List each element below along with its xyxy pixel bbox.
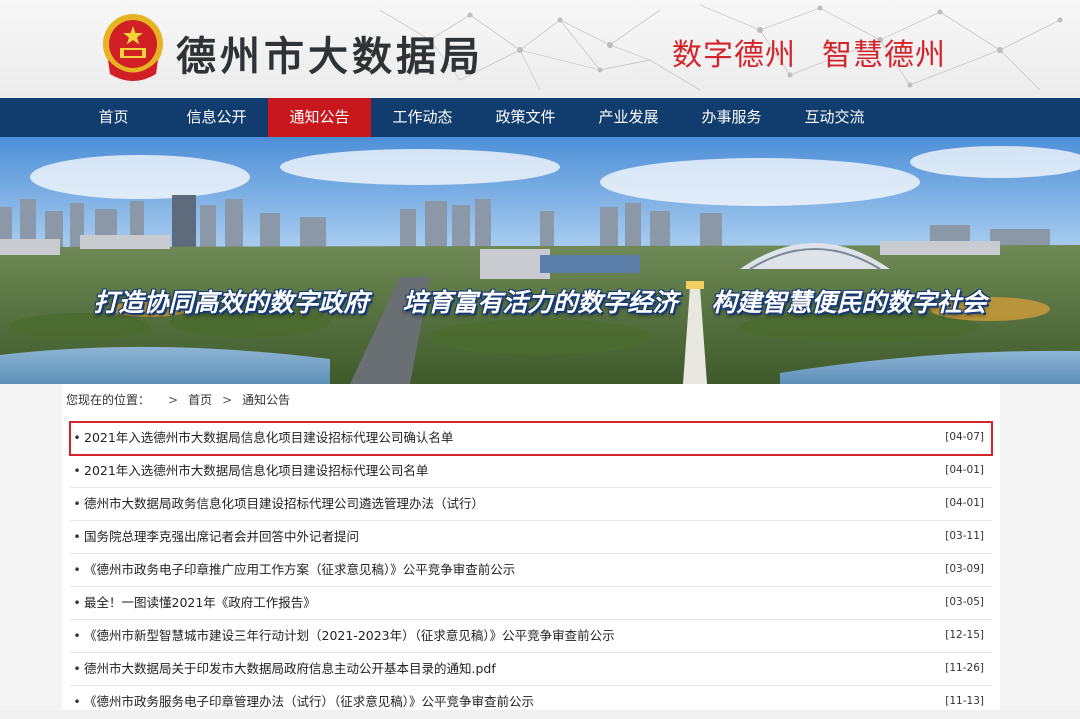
site-header: 德州市大数据局 数字德州 智慧德州 xyxy=(0,0,1080,98)
breadcrumb-current: 通知公告 xyxy=(242,393,291,407)
notice-title[interactable]: 《德州市新型智慧城市建设三年行动计划（2021-2023年）（征求意见稿）》公平… xyxy=(84,628,615,643)
city-skyline-image xyxy=(0,137,1080,384)
national-emblem-icon xyxy=(103,14,163,81)
notice-title[interactable]: 最全！一图读懂2021年《政府工作报告》 xyxy=(84,595,316,610)
breadcrumb: 您现在的位置： > 首页 > 通知公告 xyxy=(62,384,1000,416)
banner-slogan-economy: 培育富有活力的数字经济 xyxy=(402,288,678,317)
footer-strip xyxy=(0,710,1080,719)
slogan-digital-dezhou: 数字德州 xyxy=(672,38,796,73)
notice-date: [03-11] xyxy=(945,530,984,542)
notice-date: [11-26] xyxy=(945,662,984,674)
notice-item[interactable]: • 《德州市政务电子印章推广应用工作方案（征求意见稿）》公平竞争审查前公示 [03… xyxy=(70,554,992,587)
content-panel: 您现在的位置： > 首页 > 通知公告 • 2021年入选德州市大数据局信息化项目建设招标… xyxy=(62,384,1000,719)
breadcrumb-prefix: 您现在的位置： xyxy=(66,393,151,407)
banner-slogan-government: 打造协同高效的数字政府 xyxy=(93,288,369,317)
notice-title[interactable]: 德州市大数据局关于印发市大数据局政府信息主动公开基本目录的通知.pdf xyxy=(84,661,496,676)
notice-date: [03-05] xyxy=(945,596,984,608)
nav-item-interaction[interactable]: 互动交流 xyxy=(783,98,886,137)
bullet-icon: • xyxy=(73,529,81,544)
banner-slogan-society: 构建智慧便民的数字社会 xyxy=(711,288,987,317)
bullet-icon: • xyxy=(73,628,81,643)
banner-slogan: 打造协同高效的数字政府 培育富有活力的数字经济 构建智慧便民的数字社会 xyxy=(0,283,1080,319)
notice-item[interactable]: • 国务院总理李克强出席记者会并回答中外记者提问 [03-11] xyxy=(70,521,992,554)
notice-item[interactable]: • 2021年入选德州市大数据局信息化项目建设招标代理公司确认名单 [04-07] xyxy=(69,421,993,456)
notice-list: • 2021年入选德州市大数据局信息化项目建设招标代理公司确认名单 [04-07]… xyxy=(69,421,993,719)
notice-title[interactable]: 国务院总理李克强出席记者会并回答中外记者提问 xyxy=(84,529,359,544)
site-title: 德州市大数据局 xyxy=(176,34,484,80)
nav-item-industry[interactable]: 产业发展 xyxy=(577,98,680,137)
notice-date: [12-15] xyxy=(945,629,984,641)
notice-date: [04-07] xyxy=(945,431,984,443)
notice-date: [03-09] xyxy=(945,563,984,575)
notice-date: [04-01] xyxy=(945,497,984,509)
breadcrumb-home-link[interactable]: 首页 xyxy=(188,393,212,407)
nav-item-services[interactable]: 办事服务 xyxy=(680,98,783,137)
notice-item[interactable]: • 德州市大数据局政务信息化项目建设招标代理公司遴选管理办法（试行） [04-01… xyxy=(70,488,992,521)
main-nav: 首页 信息公开 通知公告 工作动态 政策文件 产业发展 办事服务 互动交流 xyxy=(0,98,1080,137)
nav-item-info-disclosure[interactable]: 信息公开 xyxy=(165,98,268,137)
bullet-icon: • xyxy=(73,661,81,676)
nav-item-work-news[interactable]: 工作动态 xyxy=(371,98,474,137)
notice-item[interactable]: • 2021年入选德州市大数据局信息化项目建设招标代理公司名单 [04-01] xyxy=(70,455,992,488)
slogan-smart-dezhou: 智慧德州 xyxy=(822,38,946,73)
notice-title[interactable]: 2021年入选德州市大数据局信息化项目建设招标代理公司确认名单 xyxy=(84,430,453,445)
notice-item[interactable]: • 《德州市新型智慧城市建设三年行动计划（2021-2023年）（征求意见稿）》公… xyxy=(70,620,992,653)
notice-title[interactable]: 德州市大数据局政务信息化项目建设招标代理公司遴选管理办法（试行） xyxy=(84,496,484,511)
notice-title[interactable]: 《德州市政务服务电子印章管理办法（试行）（征求意见稿）》公平竞争审查前公示 xyxy=(84,694,534,709)
bullet-icon: • xyxy=(73,463,81,478)
breadcrumb-separator: > xyxy=(168,393,179,407)
notice-item[interactable]: • 最全！一图读懂2021年《政府工作报告》 [03-05] xyxy=(70,587,992,620)
bullet-icon: • xyxy=(73,496,81,511)
breadcrumb-separator: > xyxy=(222,393,233,407)
notice-title[interactable]: 《德州市政务电子印章推广应用工作方案（征求意见稿）》公平竞争审查前公示 xyxy=(84,562,515,577)
bullet-icon: • xyxy=(73,595,81,610)
nav-item-notices[interactable]: 通知公告 xyxy=(268,98,371,137)
header-slogan: 数字德州 智慧德州 xyxy=(672,30,946,74)
nav-item-policy-docs[interactable]: 政策文件 xyxy=(474,98,577,137)
bullet-icon: • xyxy=(73,430,81,445)
notice-date: [04-01] xyxy=(945,464,984,476)
notice-title[interactable]: 2021年入选德州市大数据局信息化项目建设招标代理公司名单 xyxy=(84,463,428,478)
notice-item[interactable]: • 德州市大数据局关于印发市大数据局政府信息主动公开基本目录的通知.pdf [11… xyxy=(70,653,992,686)
bullet-icon: • xyxy=(73,562,81,577)
nav-item-home[interactable]: 首页 xyxy=(62,98,165,137)
city-banner: 打造协同高效的数字政府 培育富有活力的数字经济 构建智慧便民的数字社会 xyxy=(0,137,1080,384)
